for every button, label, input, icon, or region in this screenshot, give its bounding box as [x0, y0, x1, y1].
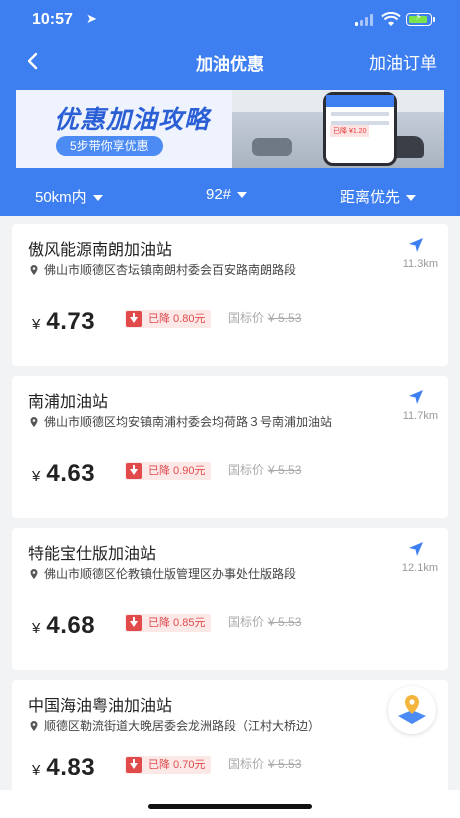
orders-link[interactable]: 加油订单	[369, 49, 437, 74]
station-distance: 11.7km	[402, 410, 438, 422]
station-name: 特能宝仕版加油站	[28, 546, 157, 563]
header: 10:57 ➤ ⚡ 加油优惠 加油订单 已降 ¥1.20 优惠加油攻略 5步带你…	[0, 0, 460, 216]
station-price: ¥4.63	[32, 460, 96, 487]
station-name: 中国海油粤油加油站	[28, 698, 173, 715]
filter-sort[interactable]: 距离优先	[340, 186, 417, 207]
wifi-icon	[381, 12, 401, 26]
national-price: 国标价 ¥ 5.53	[228, 463, 302, 477]
arrow-down-icon	[126, 463, 142, 479]
navigation-icon[interactable]	[407, 388, 425, 406]
station-distance: 12.1km	[401, 562, 438, 574]
map-icon	[398, 695, 426, 724]
phone-discount-tag: 已降 ¥1.20	[330, 125, 370, 137]
phone-illustration: 已降 ¥1.20	[323, 92, 397, 166]
navigation-icon[interactable]	[407, 236, 425, 254]
location-pin-icon	[30, 265, 38, 275]
arrow-down-icon	[126, 757, 142, 773]
banner-title: 优惠加油攻略	[54, 106, 211, 134]
location-pin-icon	[30, 721, 38, 731]
filter-fuel[interactable]: 92#	[206, 186, 248, 203]
caret-down-icon	[406, 195, 417, 202]
station-price: ¥4.68	[32, 612, 96, 639]
discount-badge: 已降 0.80元	[125, 310, 212, 328]
station-name: 傲风能源南朗加油站	[28, 242, 173, 259]
station-card[interactable]: 特能宝仕版加油站 佛山市顺德区伦教镇仕版管理区办事处仕版路段 12.1km ¥4…	[12, 528, 448, 670]
national-price: 国标价 ¥ 5.53	[228, 311, 302, 325]
station-card[interactable]: 南浦加油站 佛山市顺德区均安镇南浦村委会均荷路３号南浦加油站 11.7km ¥4…	[12, 376, 448, 518]
station-address: 佛山市顺德区均安镇南浦村委会均荷路３号南浦加油站	[28, 413, 332, 430]
station-distance: 11.3km	[402, 258, 438, 270]
location-pin-icon	[30, 417, 38, 427]
station-card[interactable]: 中国海油粤油加油站 顺德区勒流街道大晚居委会龙洲路段（江村大桥边） ¥4.83 …	[12, 680, 448, 790]
location-arrow-icon: ➤	[86, 11, 97, 26]
promo-banner[interactable]: 已降 ¥1.20 优惠加油攻略 5步带你享优惠	[16, 90, 444, 168]
banner-subtitle: 5步带你享优惠	[56, 136, 163, 156]
discount-badge: 已降 0.90元	[125, 462, 212, 480]
status-time: 10:57	[32, 11, 73, 28]
home-indicator[interactable]	[148, 804, 312, 809]
status-bar: 10:57 ➤ ⚡	[0, 8, 460, 34]
filter-bar: 50km内 92# 距离优先	[0, 186, 460, 208]
nav-bar: 加油优惠 加油订单	[0, 44, 460, 78]
station-name: 南浦加油站	[28, 394, 109, 411]
national-price: 国标价 ¥ 5.53	[228, 615, 302, 629]
arrow-down-icon	[126, 311, 142, 327]
location-pin-icon	[30, 569, 38, 579]
signal-icon	[355, 14, 375, 26]
station-card[interactable]: 傲风能源南朗加油站 佛山市顺德区杏坛镇南朗村委会百安路南朗路段 11.3km ¥…	[12, 224, 448, 366]
station-price: ¥4.83	[32, 754, 96, 781]
caret-down-icon	[92, 195, 103, 202]
map-float-button[interactable]	[388, 686, 436, 734]
station-price: ¥4.73	[32, 308, 96, 335]
filter-distance[interactable]: 50km内	[35, 186, 103, 207]
station-address: 顺德区勒流街道大晚居委会龙洲路段（江村大桥边）	[28, 717, 320, 734]
discount-badge: 已降 0.70元	[125, 756, 212, 774]
arrow-down-icon	[126, 615, 142, 631]
discount-badge: 已降 0.85元	[125, 614, 212, 632]
caret-down-icon	[237, 192, 248, 199]
battery-icon: ⚡	[406, 12, 432, 26]
national-price: 国标价 ¥ 5.53	[228, 757, 302, 771]
navigation-icon[interactable]	[407, 540, 425, 558]
station-address: 佛山市顺德区杏坛镇南朗村委会百安路南朗路段	[28, 261, 296, 278]
station-address: 佛山市顺德区伦教镇仕版管理区办事处仕版路段	[28, 565, 296, 582]
